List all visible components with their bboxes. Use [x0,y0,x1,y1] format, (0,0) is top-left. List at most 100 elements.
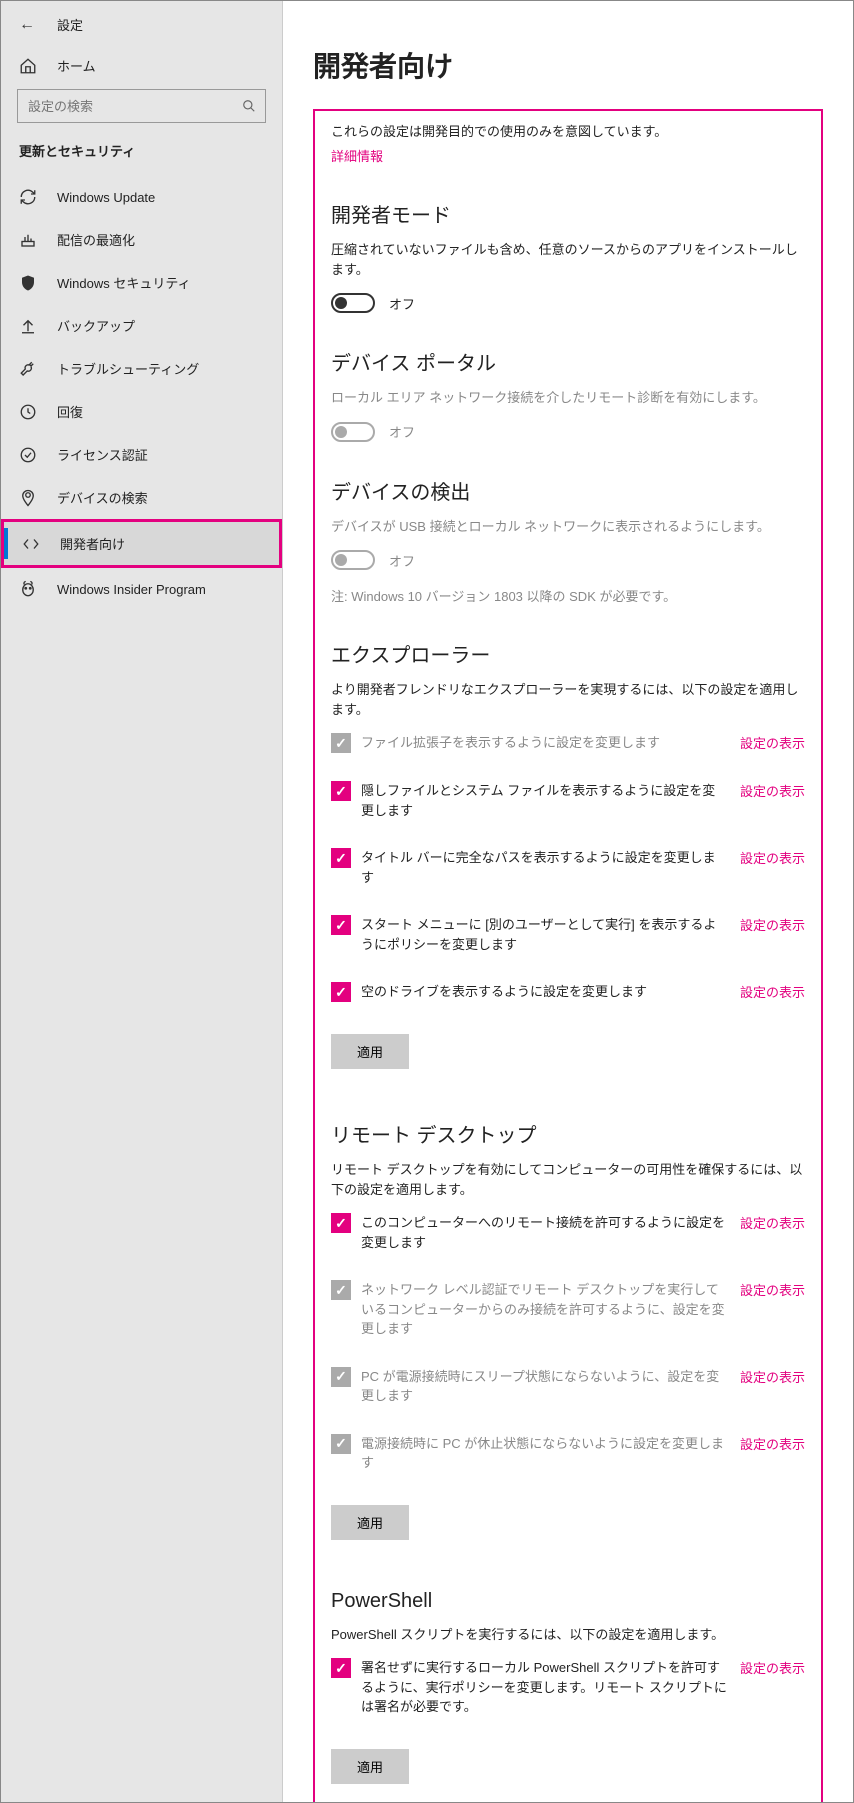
device-discovery-toggle [331,550,375,570]
checkbox[interactable] [331,982,351,1002]
search-input[interactable] [17,89,266,123]
developer-mode-toggle[interactable] [331,293,375,313]
nav-label: 回復 [57,402,83,421]
show-settings-link[interactable]: 設定の表示 [740,982,805,1001]
intro-text: これらの設定は開発目的での使用のみを意図しています。 [331,121,805,140]
check-label: ファイル拡張子を表示するように設定を変更します [361,733,740,753]
check-label: 署名せずに実行するローカル PowerShell スクリプトを許可するように、実… [361,1658,740,1717]
nav-windows-security[interactable]: Windows セキュリティ [1,261,282,304]
checkbox[interactable] [331,915,351,935]
recovery-icon [19,403,37,421]
remote-item-0: このコンピューターへのリモート接続を許可するように設定を変更します 設定の表示 [331,1213,805,1252]
check-label: 電源接続時に PC が休止状態にならないように設定を変更します [361,1434,740,1473]
show-settings-link[interactable]: 設定の表示 [740,1658,805,1677]
delivery-icon [19,231,37,249]
explorer-item-3: スタート メニューに [別のユーザーとして実行] を表示するようにポリシーを変更… [331,915,805,954]
show-settings-link[interactable]: 設定の表示 [740,1434,805,1453]
section-explorer-title: エクスプローラー [331,639,805,668]
search-icon [242,99,256,113]
nav-activation[interactable]: ライセンス認証 [1,433,282,476]
check-label: 隠しファイルとシステム ファイルを表示するように設定を変更します [361,781,740,820]
nav-find-my-device[interactable]: デバイスの検索 [1,476,282,519]
page-title: 開発者向け [313,45,823,85]
find-device-icon [19,489,37,507]
explorer-item-2: タイトル バーに完全なパスを表示するように設定を変更します 設定の表示 [331,848,805,887]
nav-label: Windows セキュリティ [57,273,191,292]
remote-item-1: ネットワーク レベル認証でリモート デスクトップを実行しているコンピューターから… [331,1280,805,1339]
device-portal-toggle [331,422,375,442]
nav-backup[interactable]: バックアップ [1,304,282,347]
nav-recovery[interactable]: 回復 [1,390,282,433]
refresh-icon [19,188,37,206]
checkbox[interactable] [331,848,351,868]
developer-icon [22,535,40,553]
nav-insider-program[interactable]: Windows Insider Program [1,568,282,610]
explorer-item-4: 空のドライブを表示するように設定を変更します 設定の表示 [331,982,805,1002]
nav-label: バックアップ [57,316,135,335]
show-settings-link[interactable]: 設定の表示 [740,848,805,867]
checkbox [331,1434,351,1454]
show-settings-link[interactable]: 設定の表示 [740,1213,805,1232]
section-developer-mode-desc: 圧縮されていないファイルも含め、任意のソースからのアプリをインストールします。 [331,240,805,279]
checkbox[interactable] [331,1658,351,1678]
nav-windows-update[interactable]: Windows Update [1,176,282,218]
check-label: タイトル バーに完全なパスを表示するように設定を変更します [361,848,740,887]
remote-item-3: 電源接続時に PC が休止状態にならないように設定を変更します 設定の表示 [331,1434,805,1473]
nav-label: 配信の最適化 [57,230,135,249]
check-label: スタート メニューに [別のユーザーとして実行] を表示するようにポリシーを変更… [361,915,740,954]
checkbox [331,733,351,753]
nav-label: Windows Insider Program [57,582,206,597]
toggle-state: オフ [389,294,415,313]
nav-delivery-optimization[interactable]: 配信の最適化 [1,218,282,261]
nav-label: トラブルシューティング [57,359,199,378]
section-powershell-desc: PowerShell スクリプトを実行するには、以下の設定を適用します。 [331,1625,805,1645]
remote-item-2: PC が電源接続時にスリープ状態にならないように、設定を変更します 設定の表示 [331,1367,805,1406]
nav-label: ライセンス認証 [57,445,148,464]
nav-developers[interactable]: 開発者向け [1,519,282,568]
shield-icon [19,274,37,292]
titlebar: ← 設定 [1,13,282,48]
section-device-discovery-title: デバイスの検出 [331,476,805,505]
show-settings-link[interactable]: 設定の表示 [740,915,805,934]
backup-icon [19,317,37,335]
checkbox [331,1280,351,1300]
remote-apply-button[interactable]: 適用 [331,1505,409,1540]
explorer-item-0: ファイル拡張子を表示するように設定を変更します 設定の表示 [331,733,805,753]
check-label: このコンピューターへのリモート接続を許可するように設定を変更します [361,1213,740,1252]
home-button[interactable]: ホーム [1,48,282,89]
nav-label: 開発者向け [60,534,125,553]
powershell-apply-button[interactable]: 適用 [331,1749,409,1784]
section-remote-desktop-title: リモート デスクトップ [331,1119,805,1148]
section-explorer-desc: より開発者フレンドリなエクスプローラーを実現するには、以下の設定を適用します。 [331,680,805,719]
show-settings-link[interactable]: 設定の表示 [740,781,805,800]
nav-label: Windows Update [57,190,155,205]
activation-icon [19,446,37,464]
troubleshoot-icon [19,360,37,378]
back-icon[interactable]: ← [19,16,35,34]
section-remote-desktop-desc: リモート デスクトップを有効にしてコンピューターの可用性を確保するには、以下の設… [331,1160,805,1199]
powershell-item-0: 署名せずに実行するローカル PowerShell スクリプトを許可するように、実… [331,1658,805,1717]
show-settings-link[interactable]: 設定の表示 [740,1280,805,1299]
more-info-link[interactable]: 詳細情報 [331,146,805,165]
explorer-apply-button[interactable]: 適用 [331,1034,409,1069]
sidebar: ← 設定 ホーム 更新とセキュリティ Windows Update 配信の最適化… [1,1,283,1802]
section-powershell-title: PowerShell [331,1590,805,1613]
section-device-discovery-desc: デバイスが USB 接続とローカル ネットワークに表示されるようにします。 [331,517,805,537]
show-settings-link[interactable]: 設定の表示 [740,1367,805,1386]
checkbox [331,1367,351,1387]
home-label: ホーム [57,56,96,75]
explorer-item-1: 隠しファイルとシステム ファイルを表示するように設定を変更します 設定の表示 [331,781,805,820]
main-content: 開発者向け これらの設定は開発目的での使用のみを意図しています。 詳細情報 開発… [283,1,853,1802]
checkbox[interactable] [331,1213,351,1233]
check-label: ネットワーク レベル認証でリモート デスクトップを実行しているコンピューターから… [361,1280,740,1339]
app-title: 設定 [57,15,83,34]
checkbox[interactable] [331,781,351,801]
toggle-state: オフ [389,551,415,570]
section-device-portal-desc: ローカル エリア ネットワーク接続を介したリモート診断を有効にします。 [331,388,805,408]
show-settings-link[interactable]: 設定の表示 [740,733,805,752]
search-wrap [1,89,282,141]
check-label: PC が電源接続時にスリープ状態にならないように、設定を変更します [361,1367,740,1406]
nav-troubleshoot[interactable]: トラブルシューティング [1,347,282,390]
toggle-state: オフ [389,422,415,441]
check-label: 空のドライブを表示するように設定を変更します [361,982,740,1002]
